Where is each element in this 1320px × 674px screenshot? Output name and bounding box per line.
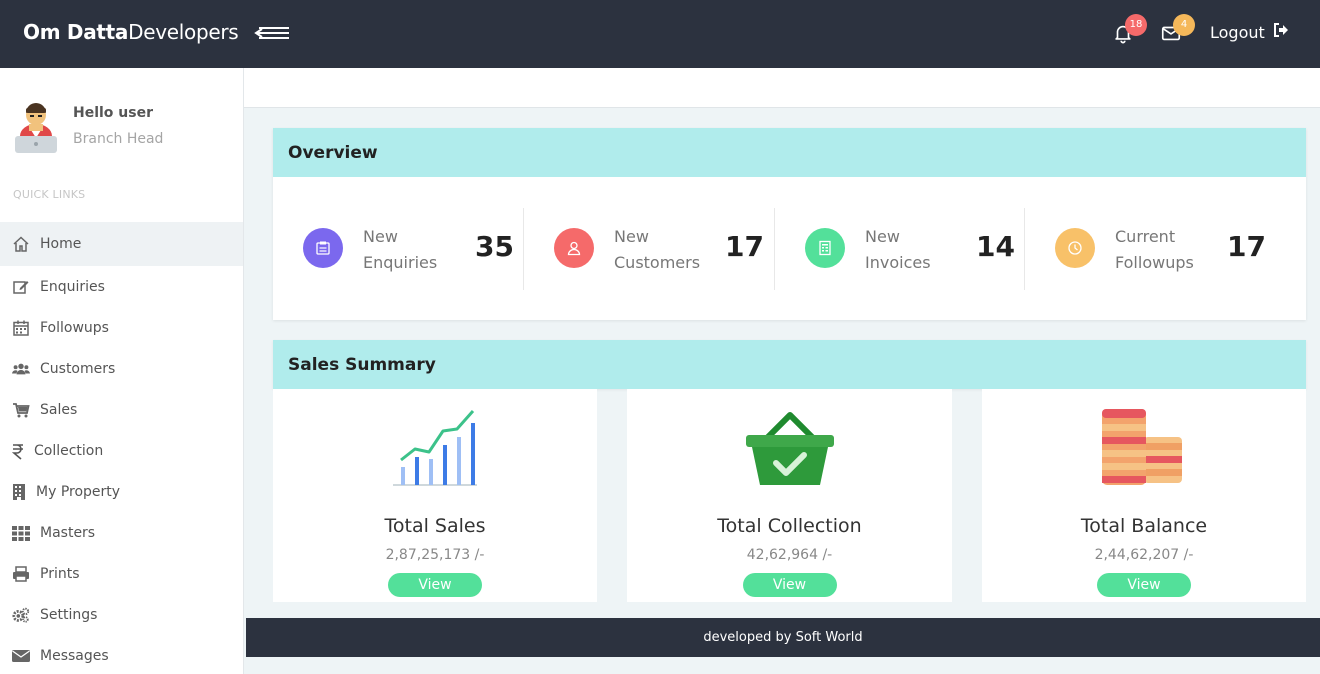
sidebar: Hello user Branch Head QUICK LINKS Home … (0, 68, 244, 674)
sidebar-item-label: Prints (40, 565, 80, 582)
calendar-icon (12, 319, 30, 337)
envelope-icon (12, 647, 30, 665)
stat-label: Current Followups (1115, 227, 1194, 272)
sidebar-item-customers[interactable]: Customers (0, 348, 243, 389)
sidebar-nav: Home Enquiries Followups Customers Sales… (0, 222, 243, 674)
sidebar-item-collection[interactable]: Collection (0, 430, 243, 471)
sale-amount: 2,44,62,207 /- (1094, 547, 1194, 563)
sales-summary-title: Sales Summary (273, 340, 1306, 389)
avatar (14, 98, 58, 154)
footer: developed by Soft World (246, 618, 1320, 657)
logout-label: Logout (1210, 22, 1265, 42)
sidebar-item-label: Collection (34, 442, 104, 459)
sidebar-item-followups[interactable]: Followups (0, 307, 243, 348)
sale-title: Total Balance (1080, 515, 1208, 537)
stat-divider (523, 208, 524, 290)
sidebar-item-masters[interactable]: Masters (0, 512, 243, 553)
sign-out-icon (1273, 22, 1289, 42)
edit-icon (12, 278, 30, 296)
overview-card: Overview New Enquiries 35 New Customers 17… (273, 128, 1306, 320)
sidebar-item-enquiries[interactable]: Enquiries (0, 266, 243, 307)
cogs-icon (12, 606, 30, 624)
invoice-icon (805, 228, 845, 268)
brand-bold: Om Datta (23, 20, 129, 44)
sales-summary-card: Sales Summary Total Sales 2,87,25,173 /-… (273, 340, 1306, 602)
stat-value: 35 (475, 230, 514, 263)
grid-icon (12, 524, 30, 542)
brand-logo[interactable]: Om DattaDevelopers (23, 20, 239, 44)
sale-title: Total Collection (717, 515, 862, 537)
sidebar-item-my-property[interactable]: My Property (0, 471, 243, 512)
sidebar-item-label: Settings (40, 606, 98, 623)
sidebar-item-label: Sales (40, 401, 78, 418)
brand-light: Developers (128, 20, 239, 44)
stat-new-invoices[interactable]: New Invoices 14 (805, 208, 1035, 290)
coin-stack-icon (1094, 405, 1194, 489)
sidebar-item-sales[interactable]: Sales (0, 389, 243, 430)
page-subheader (244, 68, 1320, 108)
basket-check-icon (740, 405, 840, 489)
stat-new-customers[interactable]: New Customers 17 (554, 208, 784, 290)
sale-amount: 42,62,964 /- (746, 547, 833, 563)
quick-links-heading: QUICK LINKS (13, 188, 86, 201)
sidebar-item-label: Messages (40, 647, 109, 664)
cart-icon (12, 401, 30, 419)
total-sales-box: Total Sales 2,87,25,173 /- View (273, 389, 597, 602)
sidebar-item-label: Home (40, 236, 82, 252)
footer-text: developed by Soft World (703, 630, 863, 645)
total-balance-box: Total Balance 2,44,62,207 /- View (982, 389, 1306, 602)
sidebar-item-label: Customers (40, 360, 116, 377)
stat-new-enquiries[interactable]: New Enquiries 35 (303, 208, 533, 290)
top-navbar: Om DattaDevelopers 18 4 Logout (0, 0, 1320, 68)
stat-value: 14 (976, 230, 1015, 263)
sidebar-item-prints[interactable]: Prints (0, 553, 243, 594)
stat-label: New Enquiries (363, 227, 438, 272)
user-profile: Hello user Branch Head (14, 98, 234, 158)
user-role: Branch Head (73, 131, 164, 147)
view-total-sales-button[interactable]: View (388, 573, 482, 597)
messages-badge: 4 (1173, 14, 1195, 36)
user-greeting: Hello user (73, 105, 154, 121)
stat-label: New Invoices (865, 227, 931, 272)
enquiry-icon (303, 228, 343, 268)
building-icon (12, 483, 26, 501)
menu-toggle-icon[interactable] (253, 22, 291, 44)
sidebar-item-messages[interactable]: Messages (0, 635, 243, 674)
notifications-badge: 18 (1125, 14, 1147, 36)
stat-current-followups[interactable]: Current Followups 17 (1055, 208, 1285, 290)
logout-link[interactable]: Logout (1210, 22, 1289, 42)
sidebar-item-label: Followups (40, 319, 109, 336)
sale-title: Total Sales (384, 515, 486, 537)
rupee-icon (12, 442, 24, 460)
print-icon (12, 565, 30, 583)
stat-label: New Customers (614, 227, 701, 272)
sidebar-item-label: Enquiries (40, 278, 105, 295)
sidebar-item-label: My Property (36, 483, 121, 500)
total-collection-box: Total Collection 42,62,964 /- View (627, 389, 952, 602)
chart-growth-icon (385, 405, 485, 489)
clock-icon (1055, 228, 1095, 268)
sidebar-item-home[interactable]: Home (0, 222, 243, 266)
sale-amount: 2,87,25,173 /- (385, 547, 485, 563)
stat-divider (774, 208, 775, 290)
view-total-collection-button[interactable]: View (742, 573, 837, 597)
stat-value: 17 (1227, 230, 1266, 263)
sidebar-item-label: Masters (40, 524, 96, 541)
users-icon (12, 360, 30, 378)
sidebar-item-settings[interactable]: Settings (0, 594, 243, 635)
overview-title: Overview (273, 128, 1306, 177)
stat-divider (1024, 208, 1025, 290)
user-icon (554, 228, 594, 268)
home-icon (12, 235, 30, 253)
stat-value: 17 (725, 230, 764, 263)
view-total-balance-button[interactable]: View (1097, 573, 1191, 597)
